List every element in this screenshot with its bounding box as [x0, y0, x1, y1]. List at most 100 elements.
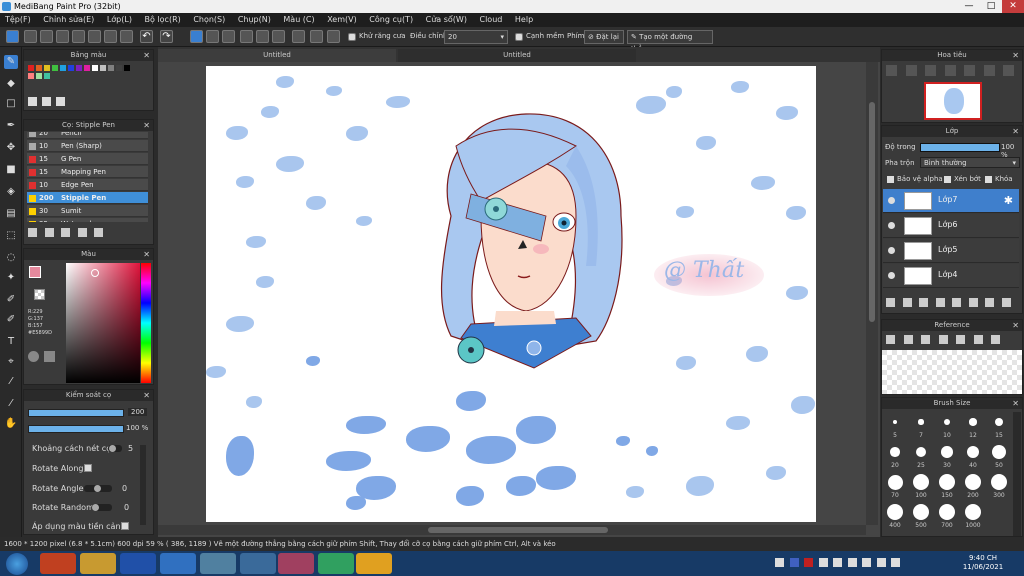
menu-window[interactable]: Cửa sổ(W) — [421, 13, 472, 27]
fit-icon[interactable] — [925, 65, 937, 76]
bucket-tool-icon[interactable]: ◈ — [4, 185, 18, 199]
rotate-right-icon[interactable] — [983, 65, 995, 76]
text-tool-icon[interactable]: T — [4, 335, 18, 349]
brush-item[interactable]: 30 Sumit — [27, 205, 148, 217]
app-tray-icon[interactable] — [804, 558, 814, 567]
ellipse-icon[interactable] — [310, 30, 323, 43]
foreground-color-swatch[interactable] — [29, 266, 41, 278]
brush-size-slider[interactable] — [28, 409, 124, 417]
layer-row[interactable]: Lớp5 — [883, 239, 1019, 263]
menu-cloud[interactable]: Cloud — [475, 13, 508, 27]
line-ruler-icon[interactable] — [190, 30, 203, 43]
palette-swatch[interactable] — [28, 65, 34, 71]
clipping-checkbox[interactable] — [944, 176, 951, 183]
reference-cloud-icon[interactable] — [886, 335, 895, 344]
fill-shape-icon[interactable]: ■ — [4, 163, 18, 177]
media-player-icon[interactable] — [160, 553, 196, 574]
word-tray-icon[interactable] — [789, 558, 799, 567]
comment-icon[interactable] — [40, 30, 53, 43]
eyedropper2-icon[interactable]: ⁄ — [4, 397, 18, 411]
palette-swatch[interactable] — [92, 65, 98, 71]
new-8bit-layer-icon[interactable] — [919, 298, 929, 307]
eyedropper-icon[interactable]: ⁄ — [4, 375, 18, 389]
divide-tool-icon[interactable]: ⌖ — [4, 355, 18, 369]
palette-icon[interactable] — [28, 351, 39, 362]
delete-icon[interactable] — [1001, 298, 1011, 307]
antialias-checkbox[interactable] — [348, 33, 356, 41]
color-picker-cursor[interactable] — [91, 269, 99, 277]
brush-item[interactable]: 200 Stipple Pen ✱ — [27, 192, 148, 204]
layer-row[interactable]: Lớp4 — [883, 264, 1019, 288]
parallel-ruler-icon[interactable] — [206, 30, 219, 43]
clock[interactable]: 9:40 CH 11/06/2021 — [960, 554, 1006, 572]
apply-color-checkbox[interactable] — [121, 522, 129, 530]
close-icon[interactable]: ✕ — [143, 120, 150, 131]
radial-icon[interactable] — [256, 30, 269, 43]
spacing-slider[interactable] — [108, 445, 122, 452]
actual-size-icon[interactable] — [944, 65, 956, 76]
close-icon[interactable]: ✕ — [1012, 398, 1019, 409]
protect-alpha-checkbox[interactable] — [887, 176, 894, 183]
minimize-button[interactable]: — — [958, 0, 980, 13]
perspective-icon[interactable] — [240, 30, 253, 43]
word-icon[interactable] — [120, 553, 156, 574]
brush-size-preset[interactable] — [893, 420, 897, 424]
calculator-icon[interactable] — [200, 553, 236, 574]
battery-icon[interactable] — [862, 558, 872, 567]
canvas[interactable]: @ Thất — [206, 66, 816, 522]
scroll-thumb[interactable] — [428, 527, 608, 533]
close-icon[interactable]: ✕ — [143, 390, 150, 401]
control-panel-icon[interactable] — [240, 553, 276, 574]
start-button[interactable] — [6, 553, 28, 575]
folder-icon[interactable] — [952, 298, 962, 307]
grid-icon[interactable] — [104, 30, 117, 43]
brush-size-preset[interactable] — [943, 418, 951, 426]
palette-swatch[interactable] — [36, 73, 42, 79]
rotate-angle-slider[interactable] — [84, 485, 112, 492]
brush-size-preset[interactable] — [992, 445, 1006, 459]
close-button[interactable]: ✕ — [1002, 0, 1024, 13]
maximize-button[interactable]: □ — [980, 0, 1002, 13]
magic-wand-icon[interactable]: ✦ — [4, 271, 18, 285]
panel-icon[interactable] — [120, 30, 133, 43]
menu-color[interactable]: Màu (C) — [278, 13, 319, 27]
menu-view[interactable]: Xem(V) — [322, 13, 362, 27]
close-icon[interactable]: ✕ — [1012, 126, 1019, 137]
wifi-icon[interactable] — [891, 558, 901, 567]
tab-untitled-1[interactable]: Untitled — [158, 49, 396, 62]
straight-line-button[interactable]: ✎ Tạo một đường thẳng — [627, 30, 713, 53]
background-color-swatch[interactable] — [34, 289, 45, 300]
zoom-in-icon[interactable] — [938, 335, 948, 344]
brush-size-preset[interactable] — [913, 474, 929, 490]
hand-tool-icon[interactable]: ✋ — [4, 417, 18, 431]
brush-size-preset[interactable] — [965, 504, 981, 520]
palette-swatch[interactable] — [84, 65, 90, 71]
page-icon[interactable] — [42, 97, 51, 106]
select-tool-icon[interactable]: ⬚ — [4, 229, 18, 243]
undo-icon[interactable]: ↶ — [140, 30, 153, 43]
palette-swatch[interactable] — [28, 73, 34, 79]
brush-size-preset[interactable] — [969, 418, 977, 426]
help-tray-icon[interactable] — [818, 558, 828, 567]
brush-size-preset[interactable] — [918, 419, 924, 425]
lock-checkbox[interactable] — [985, 176, 992, 183]
add-brush-icon[interactable] — [28, 228, 37, 237]
palette-swatch[interactable] — [36, 65, 42, 71]
paint-app-icon[interactable] — [278, 553, 314, 574]
new-1bit-layer-icon[interactable] — [935, 298, 945, 307]
select-eraser-icon[interactable]: ✐ — [4, 313, 18, 327]
eyedropper-icon[interactable] — [991, 335, 1001, 344]
close-icon[interactable]: ✕ — [143, 50, 150, 61]
reference-view[interactable] — [882, 350, 1022, 394]
scrollbar[interactable] — [140, 445, 146, 525]
brush-item[interactable]: 10 Pen (Sharp) — [27, 140, 148, 152]
menu-layer[interactable]: Lớp(L) — [102, 13, 137, 27]
eye-icon[interactable] — [888, 222, 895, 229]
fit-icon[interactable] — [956, 335, 966, 344]
menu-help[interactable]: Help — [510, 13, 538, 27]
gear-icon[interactable]: ✱ — [1004, 194, 1013, 207]
export-icon[interactable] — [72, 30, 85, 43]
brush-size-preset[interactable] — [887, 474, 903, 490]
copy-icon[interactable] — [94, 228, 104, 237]
redo-icon[interactable]: ↷ — [160, 30, 173, 43]
